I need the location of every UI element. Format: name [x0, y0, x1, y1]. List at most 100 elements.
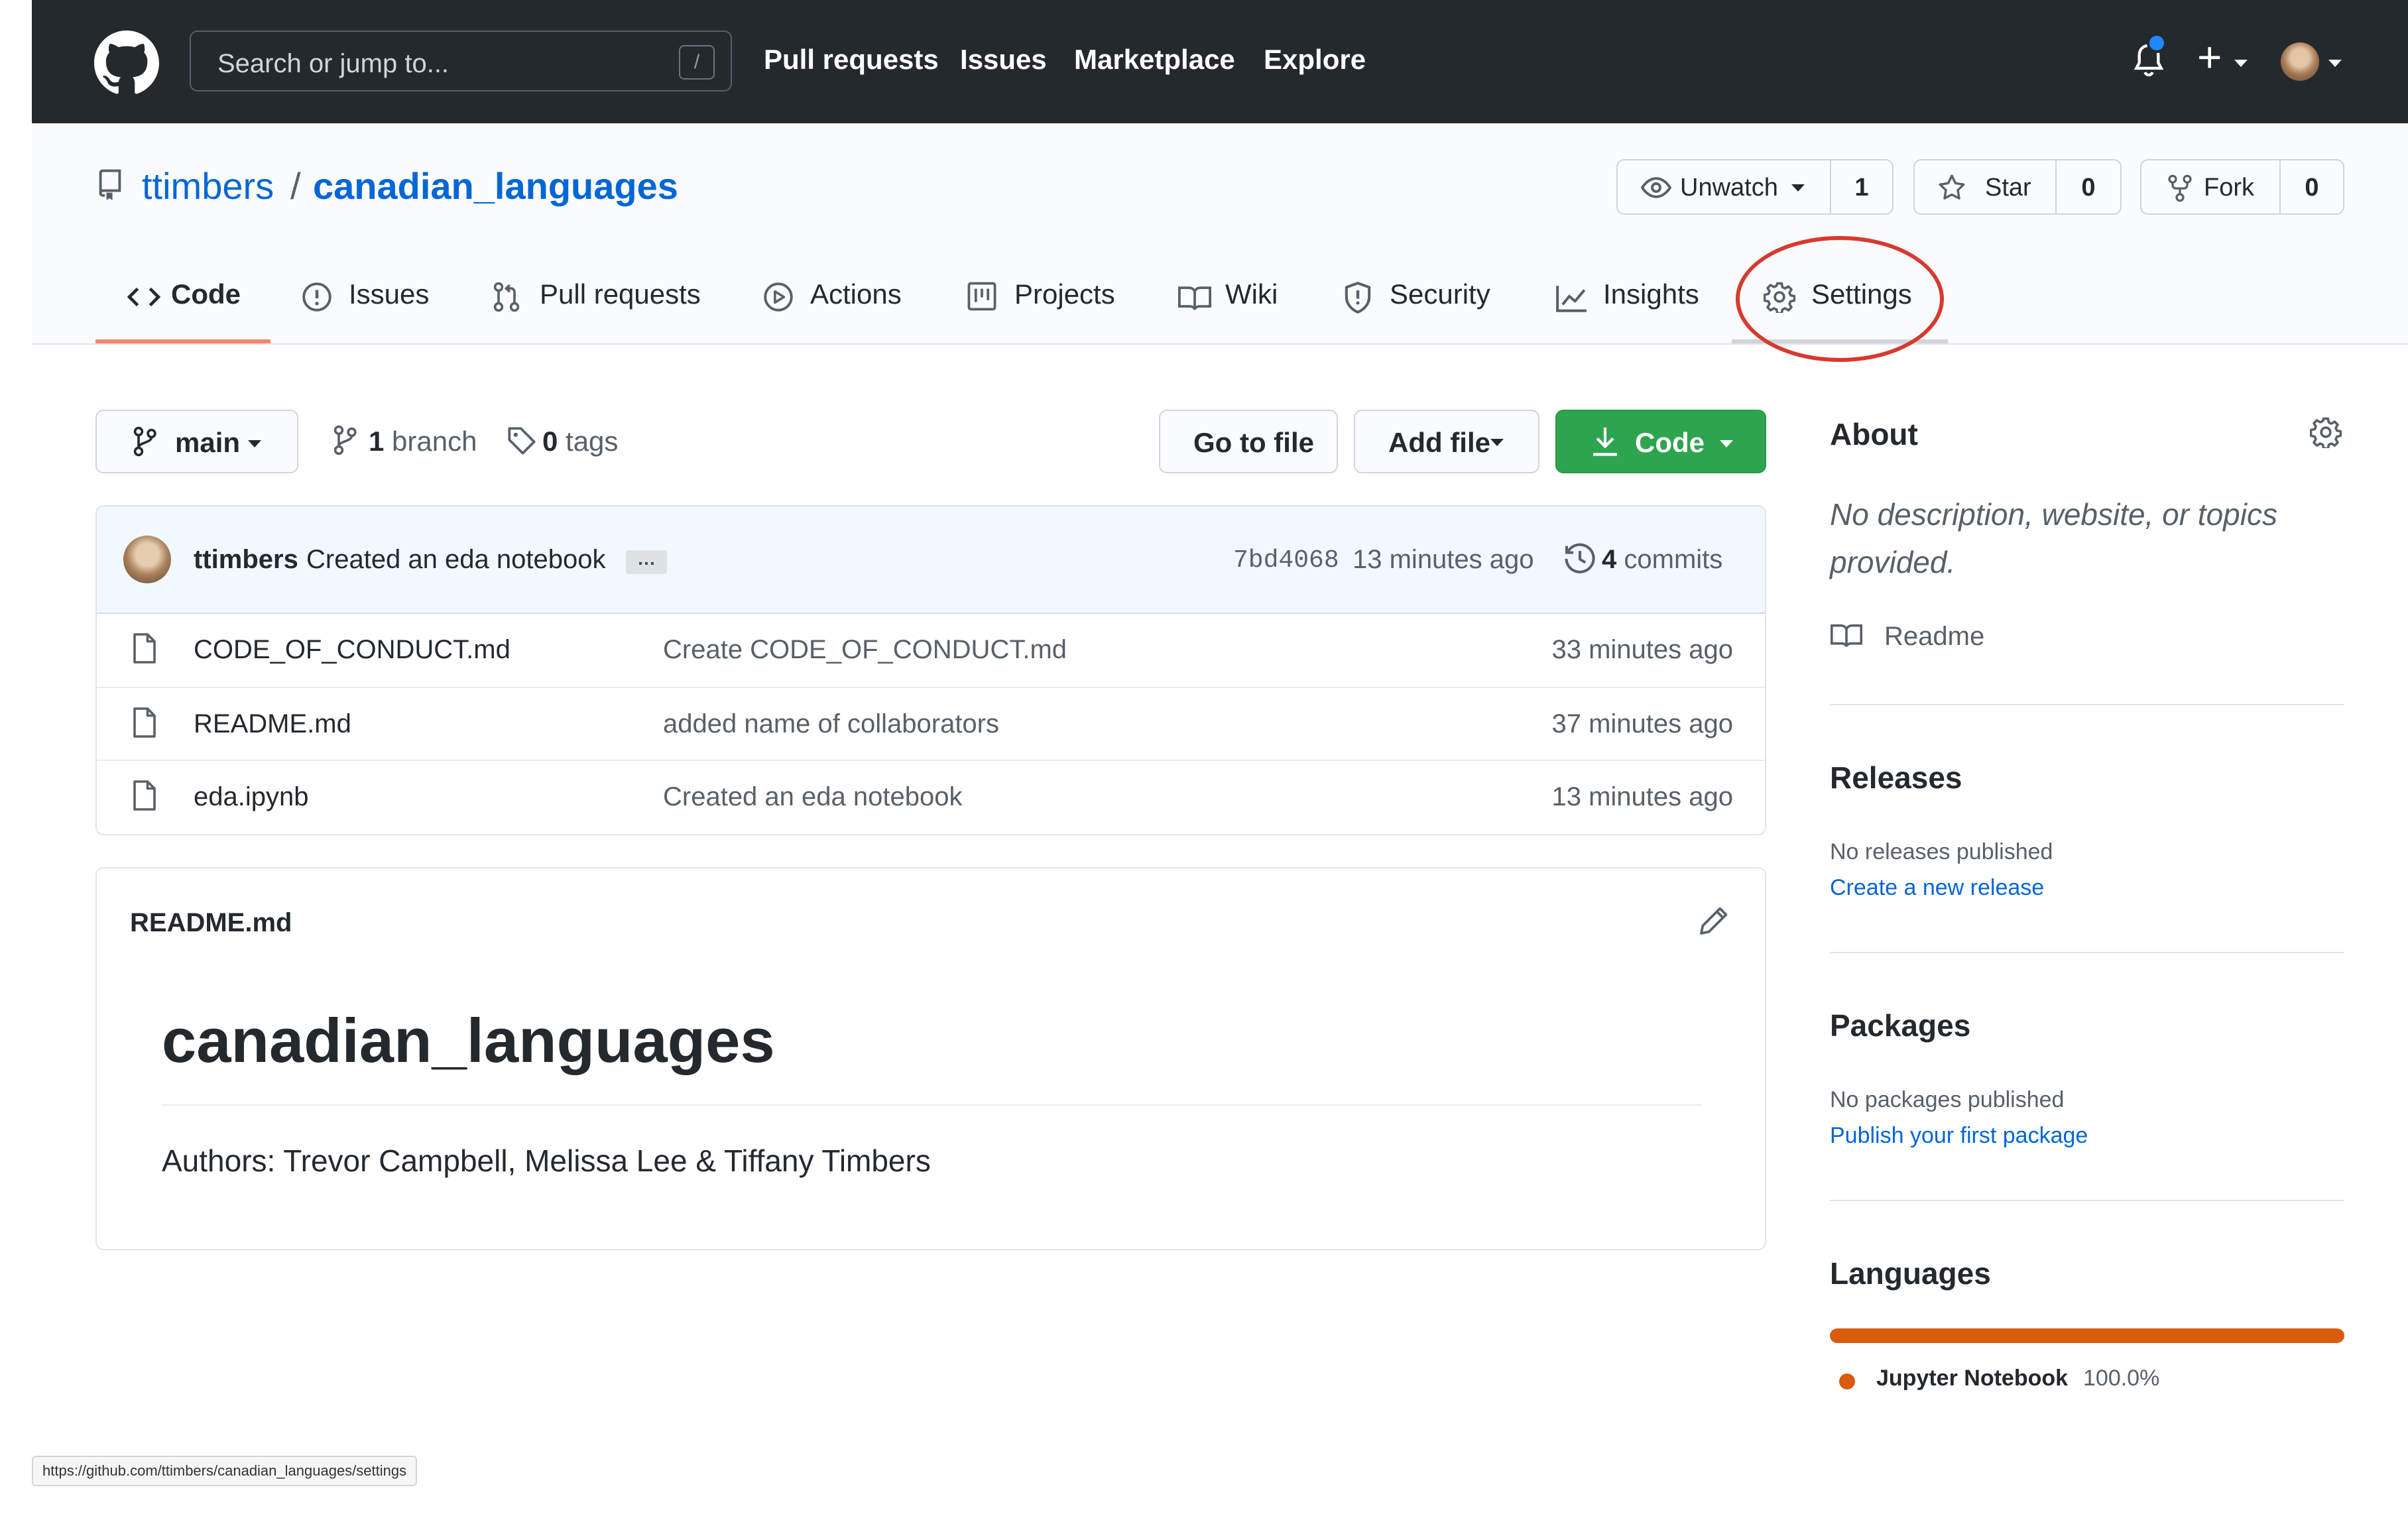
gear-icon[interactable]	[2310, 416, 2342, 448]
readme-heading: canadian_languages	[162, 1006, 775, 1075]
branch-name: main	[175, 427, 241, 458]
readme-panel: README.md canadian_languages Authors: Tr…	[95, 867, 1766, 1250]
branch-icon	[333, 425, 357, 455]
fork-icon	[2168, 174, 2192, 202]
nav-explore[interactable]: Explore	[1264, 44, 1366, 76]
breadcrumb-separator: /	[290, 165, 301, 207]
file-commit-message-link[interactable]: added name of collaborators	[663, 709, 999, 739]
pencil-icon[interactable]	[1699, 906, 1729, 936]
chevron-down-icon	[248, 440, 261, 447]
add-file-button[interactable]: Add file	[1354, 410, 1539, 473]
commit-message-link[interactable]: Created an eda notebook	[306, 545, 605, 575]
tab-actions[interactable]: Actions	[810, 278, 902, 310]
commits-link[interactable]: 4 commits	[1602, 545, 1722, 575]
file-icon	[133, 633, 156, 664]
star-icon	[1939, 174, 1965, 200]
issue-icon	[302, 282, 331, 312]
readme-link[interactable]: Readme	[1884, 622, 1984, 652]
tab-projects[interactable]: Projects	[1014, 278, 1115, 310]
graph-icon	[1556, 286, 1587, 312]
table-row: eda.ipynb Created an eda notebook 13 min…	[97, 760, 1765, 833]
readme-filename: README.md	[130, 908, 292, 937]
book-icon	[1178, 286, 1211, 310]
tab-wiki[interactable]: Wiki	[1225, 278, 1278, 310]
fork-button-group: Fork 0	[2140, 159, 2344, 215]
packages-heading[interactable]: Packages	[1830, 1008, 1970, 1043]
table-row: README.md added name of collaborators 37…	[97, 687, 1765, 760]
repo-owner-link[interactable]: ttimbers	[142, 164, 274, 207]
nav-issues[interactable]: Issues	[960, 44, 1047, 76]
add-file-label: Add file	[1388, 427, 1490, 458]
code-download-button[interactable]: Code	[1555, 410, 1766, 473]
packages-empty-text: No packages published	[1830, 1087, 2065, 1112]
divider	[1830, 1200, 2344, 1201]
file-age: 13 minutes ago	[1551, 782, 1733, 811]
star-count[interactable]: 0	[2057, 174, 2120, 202]
github-logo-icon[interactable]	[94, 30, 159, 95]
file-list: ttimbers Created an eda notebook … 7bd40…	[95, 505, 1766, 835]
divider	[1830, 704, 2344, 705]
file-name-link[interactable]: CODE_OF_CONDUCT.md	[194, 635, 511, 665]
commit-author-link[interactable]: ttimbers	[194, 545, 298, 575]
file-icon	[133, 707, 156, 738]
shield-icon	[1345, 282, 1371, 314]
chevron-down-icon[interactable]	[1791, 184, 1805, 192]
file-commit-message-link[interactable]: Created an eda notebook	[663, 782, 962, 812]
branches-link[interactable]: 1 branch	[369, 426, 477, 457]
fork-button[interactable]: Fork	[2204, 174, 2254, 202]
tag-icon	[508, 427, 536, 455]
file-name-link[interactable]: eda.ipynb	[194, 782, 308, 812]
nav-pull-requests[interactable]: Pull requests	[764, 44, 939, 76]
fork-count[interactable]: 0	[2281, 174, 2343, 202]
file-commit-message-link[interactable]: Create CODE_OF_CONDUCT.md	[663, 635, 1067, 665]
expand-commit-button[interactable]: …	[626, 550, 667, 574]
commit-sha-link[interactable]: 7bd4068	[1233, 546, 1339, 575]
tab-insights[interactable]: Insights	[1603, 278, 1699, 310]
repo-name-link[interactable]: canadian_languages	[313, 164, 678, 207]
tab-issues[interactable]: Issues	[349, 278, 429, 310]
pull-request-icon	[493, 282, 520, 312]
tab-security[interactable]: Security	[1390, 278, 1490, 310]
branch-count: 1	[369, 426, 385, 457]
book-icon	[1830, 624, 1863, 647]
chevron-down-icon[interactable]	[2234, 60, 2248, 67]
tab-code[interactable]: Code	[171, 278, 241, 310]
chevron-down-icon	[1490, 439, 1504, 446]
publish-package-link[interactable]: Publish your first package	[1830, 1123, 2088, 1149]
branch-select-button[interactable]: main	[95, 410, 298, 473]
watch-count[interactable]: 1	[1831, 174, 1892, 202]
notification-dot	[2147, 33, 2167, 53]
slash-shortcut-key: /	[679, 45, 715, 80]
divider	[162, 1104, 1701, 1106]
about-description: No description, website, or topics provi…	[1830, 497, 2277, 579]
avatar[interactable]	[123, 536, 171, 583]
download-icon	[1593, 428, 1617, 456]
create-release-link[interactable]: Create a new release	[1830, 875, 2044, 901]
nav-marketplace[interactable]: Marketplace	[1074, 44, 1235, 76]
releases-heading[interactable]: Releases	[1830, 760, 1962, 795]
plus-icon[interactable]: +	[2197, 36, 2222, 78]
latest-commit-row: ttimbers Created an eda notebook … 7bd40…	[97, 506, 1765, 614]
avatar[interactable]	[2281, 42, 2319, 81]
star-button[interactable]: Star	[1985, 174, 2031, 202]
play-icon	[764, 282, 793, 312]
commit-time: 13 minutes ago	[1353, 545, 1534, 574]
tag-count: 0	[542, 426, 558, 457]
go-to-file-button[interactable]: Go to file	[1159, 410, 1338, 473]
search-input[interactable]: Search or jump to... /	[190, 30, 732, 91]
file-name-link[interactable]: README.md	[194, 709, 351, 739]
languages-heading: Languages	[1830, 1256, 1991, 1291]
chevron-down-icon[interactable]	[2328, 60, 2342, 67]
language-name[interactable]: Jupyter Notebook	[1876, 1366, 2068, 1391]
tags-link[interactable]: 0 tags	[542, 426, 618, 457]
file-age: 37 minutes ago	[1551, 709, 1733, 738]
go-to-file-label: Go to file	[1193, 427, 1314, 458]
unwatch-button[interactable]: Unwatch	[1680, 174, 1778, 202]
language-percent: 100.0%	[2083, 1366, 2160, 1391]
eye-icon	[1640, 177, 1672, 198]
watch-button-group: Unwatch 1	[1616, 159, 1894, 215]
settings-highlight-circle	[1736, 236, 1944, 362]
branch-word: branch	[392, 426, 477, 457]
tab-pull-requests[interactable]: Pull requests	[540, 278, 701, 310]
star-button-group: Star 0	[1913, 159, 2122, 215]
